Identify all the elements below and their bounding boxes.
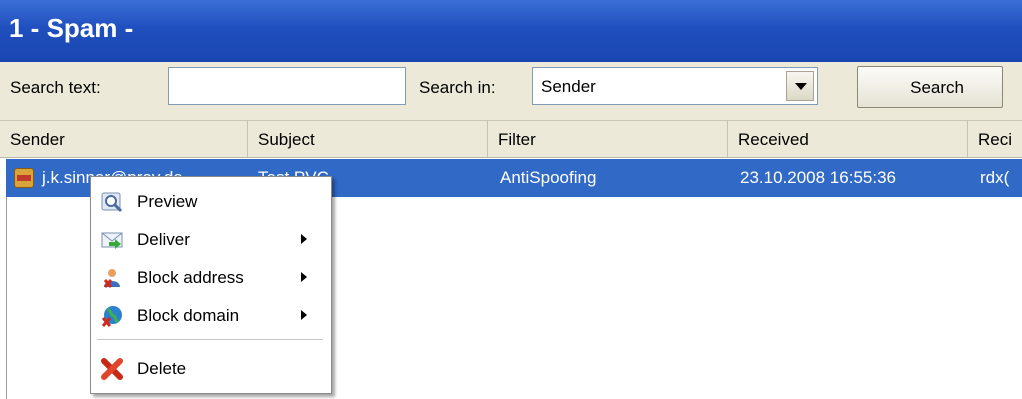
- column-sender[interactable]: Sender: [0, 121, 248, 157]
- delete-icon: [101, 358, 123, 380]
- search-in-select[interactable]: Sender: [532, 67, 818, 105]
- submenu-arrow-icon: [301, 234, 307, 244]
- menu-item-block-domain[interactable]: Block domain: [91, 299, 331, 333]
- window-title: 1 - Spam -: [9, 13, 134, 43]
- search-in-label: Search in:: [419, 78, 496, 97]
- submenu-arrow-icon: [301, 272, 307, 282]
- cell-received: 23.10.2008 16:55:36: [740, 168, 896, 187]
- search-button[interactable]: Search: [857, 66, 1003, 108]
- menu-item-block-address[interactable]: Block address: [91, 261, 331, 295]
- column-header: Sender Subject Filter Received Reci: [0, 121, 1022, 158]
- menu-item-delete[interactable]: Delete: [91, 352, 331, 386]
- deliver-icon: [101, 232, 123, 249]
- column-subject[interactable]: Subject: [248, 121, 488, 157]
- cell-recipient: rdx(: [980, 168, 1010, 187]
- search-text-input[interactable]: [168, 67, 406, 105]
- dropdown-arrow-icon[interactable]: [786, 71, 814, 101]
- submenu-arrow-icon: [301, 310, 307, 320]
- menu-separator: [97, 339, 323, 340]
- search-button-label: Search: [910, 78, 964, 97]
- list-border: [6, 197, 7, 399]
- cell-filter: AntiSpoofing: [500, 168, 597, 187]
- block-domain-icon: [101, 306, 122, 327]
- search-text-label: Search text:: [10, 78, 101, 97]
- title-bar: 1 - Spam -: [0, 0, 1022, 62]
- search-toolbar: Search text: Search in: Sender Search: [0, 62, 1022, 121]
- context-menu: Preview Deliver Block address Block doma…: [90, 176, 332, 394]
- column-recipient[interactable]: Reci: [968, 121, 1022, 157]
- search-in-value: Sender: [541, 77, 596, 96]
- block-address-icon: [103, 269, 120, 288]
- menu-item-preview[interactable]: Preview: [91, 185, 331, 219]
- column-filter[interactable]: Filter: [488, 121, 728, 157]
- menu-item-deliver[interactable]: Deliver: [91, 223, 331, 257]
- spam-icon: [14, 168, 34, 188]
- column-received[interactable]: Received: [728, 121, 968, 157]
- preview-icon: [101, 192, 123, 213]
